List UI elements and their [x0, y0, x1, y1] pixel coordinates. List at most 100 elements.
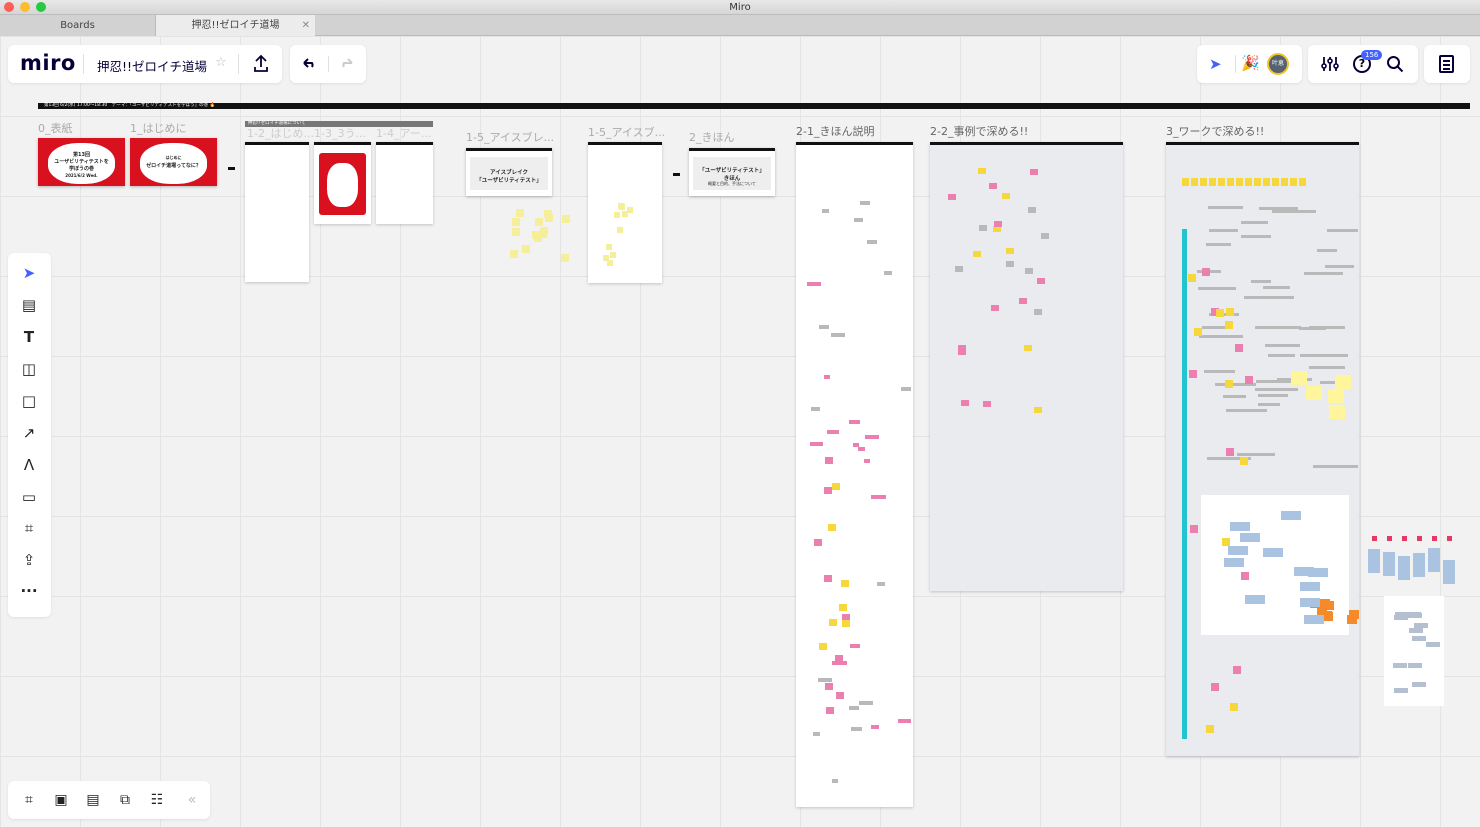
screenshot-thumb[interactable] — [1304, 615, 1325, 625]
sticky-note[interactable] — [621, 210, 628, 217]
sticky-note[interactable] — [1417, 536, 1422, 541]
screenshot-thumb[interactable] — [1299, 581, 1320, 591]
content-block[interactable] — [865, 435, 879, 440]
text-line[interactable] — [1255, 388, 1298, 392]
upload-icon[interactable]: ⇪ — [18, 549, 40, 571]
frame-label-1-3[interactable]: 1-3_3う... — [314, 125, 366, 141]
text-line[interactable] — [1325, 265, 1355, 269]
sticky-note[interactable] — [1290, 178, 1297, 186]
sticky-note[interactable] — [1432, 536, 1437, 541]
search-icon[interactable] — [1386, 55, 1404, 77]
connection-line-icon[interactable]: ↗ — [18, 422, 40, 444]
content-block[interactable] — [831, 778, 838, 783]
sticky-note[interactable] — [1024, 345, 1033, 352]
text-line[interactable] — [1300, 354, 1348, 358]
sticky-note[interactable] — [1205, 725, 1214, 734]
content-block[interactable] — [897, 719, 912, 724]
sticky-note[interactable] — [1216, 308, 1225, 317]
sticky-note[interactable] — [1211, 682, 1220, 691]
tab-board[interactable]: 押忍!!ゼロイチ道場 ✕ — [156, 15, 315, 36]
content-block[interactable] — [850, 726, 863, 731]
sticky-note[interactable] — [1306, 386, 1323, 401]
sticky-note[interactable] — [828, 618, 837, 626]
content-block[interactable] — [811, 406, 820, 411]
screenshot-thumb[interactable] — [1262, 547, 1283, 557]
screenshot-thumb[interactable] — [1408, 662, 1423, 668]
sticky-note[interactable] — [1387, 536, 1392, 541]
sticky-note[interactable] — [825, 683, 834, 691]
screenshot-thumb[interactable] — [1409, 628, 1424, 634]
sticky-note[interactable] — [614, 212, 621, 219]
sticky-note[interactable] — [606, 243, 613, 250]
shape-icon[interactable]: □ — [18, 390, 40, 412]
screenshot-thumb[interactable] — [1223, 557, 1244, 567]
text-line[interactable] — [1327, 229, 1358, 233]
basics-slide[interactable]: 「ユーザビリティテスト」 きほん 概要と目的、手法について — [689, 148, 775, 196]
sticky-note[interactable] — [509, 249, 518, 258]
text-icon[interactable]: T — [18, 326, 40, 348]
sticky-note[interactable] — [512, 228, 521, 237]
comments-icon[interactable]: ▤ — [83, 790, 103, 810]
screenshot-thumb[interactable] — [1414, 623, 1429, 629]
sticky-note[interactable] — [1037, 277, 1046, 284]
text-line[interactable] — [1236, 452, 1275, 456]
frame-label-2-1[interactable]: 2-1_きほん説明 — [796, 123, 874, 139]
content-block[interactable] — [854, 218, 864, 223]
frame-1-3[interactable] — [314, 142, 371, 224]
screenshot-thumb[interactable] — [1413, 552, 1425, 577]
text-line[interactable] — [1244, 296, 1294, 300]
maximize-window-button[interactable] — [36, 2, 46, 12]
sticky-note[interactable] — [562, 215, 571, 224]
sticky-note-icon[interactable]: ◫ — [18, 358, 40, 380]
sticky-note[interactable] — [824, 575, 833, 583]
sticky-note[interactable] — [515, 208, 524, 217]
content-block[interactable] — [817, 677, 833, 682]
content-block[interactable] — [809, 441, 823, 446]
more-icon[interactable]: ··· — [18, 580, 40, 602]
screenshot-thumb[interactable] — [1368, 549, 1380, 574]
sticky-note[interactable] — [1182, 178, 1189, 186]
screenshot-thumb[interactable] — [1426, 642, 1441, 648]
frame-label-1-5b[interactable]: 1-5_アイスブ... — [588, 124, 665, 140]
sticky-note[interactable] — [1299, 178, 1306, 186]
content-block[interactable] — [871, 725, 880, 730]
frame-1-4[interactable] — [376, 142, 433, 224]
text-line[interactable] — [1258, 394, 1288, 398]
frame-label-1-4[interactable]: 1-4_アー... — [376, 125, 431, 141]
icebreak-slide[interactable]: アイスブレイク 「ユーザビリティテスト」 — [466, 148, 552, 196]
text-line[interactable] — [1197, 286, 1237, 290]
text-line[interactable] — [1298, 326, 1327, 330]
sticky-note[interactable] — [1034, 308, 1043, 315]
screenshot-thumb[interactable] — [1398, 555, 1410, 580]
sticky-note[interactable] — [1006, 260, 1015, 267]
sticky-note[interactable] — [1033, 407, 1042, 414]
redo-icon[interactable] — [338, 55, 356, 75]
sticky-note[interactable] — [1327, 389, 1344, 404]
screenshot-thumb[interactable] — [1245, 595, 1266, 605]
frame-label-1-5a[interactable]: 1-5_アイスブレ... — [466, 129, 554, 145]
text-line[interactable] — [1240, 220, 1269, 224]
content-block[interactable] — [871, 495, 887, 500]
screenshot-thumb[interactable] — [1428, 548, 1440, 573]
sticky-note[interactable] — [545, 213, 554, 222]
text-line[interactable] — [1208, 228, 1239, 232]
content-block[interactable] — [850, 644, 860, 649]
screenshot-thumb[interactable] — [1240, 532, 1261, 542]
board-notes-icon[interactable] — [1439, 55, 1454, 73]
sticky-note[interactable] — [511, 218, 520, 227]
text-line[interactable] — [1223, 395, 1247, 399]
sticky-note[interactable] — [1189, 525, 1198, 534]
sticky-note[interactable] — [1245, 178, 1252, 186]
screenshot-thumb[interactable] — [1227, 545, 1248, 555]
sticky-note[interactable] — [818, 643, 827, 651]
sticky-note[interactable] — [993, 226, 1002, 233]
sticky-note[interactable] — [1218, 178, 1225, 186]
sticky-note[interactable] — [1222, 537, 1231, 546]
content-block[interactable] — [807, 281, 821, 286]
sticky-note[interactable] — [825, 457, 834, 465]
close-tab-icon[interactable]: ✕ — [302, 15, 310, 36]
screenshot-thumb[interactable] — [1411, 635, 1426, 641]
sticky-note[interactable] — [982, 400, 991, 407]
sticky-note[interactable] — [1240, 572, 1249, 581]
content-block[interactable] — [826, 430, 840, 434]
